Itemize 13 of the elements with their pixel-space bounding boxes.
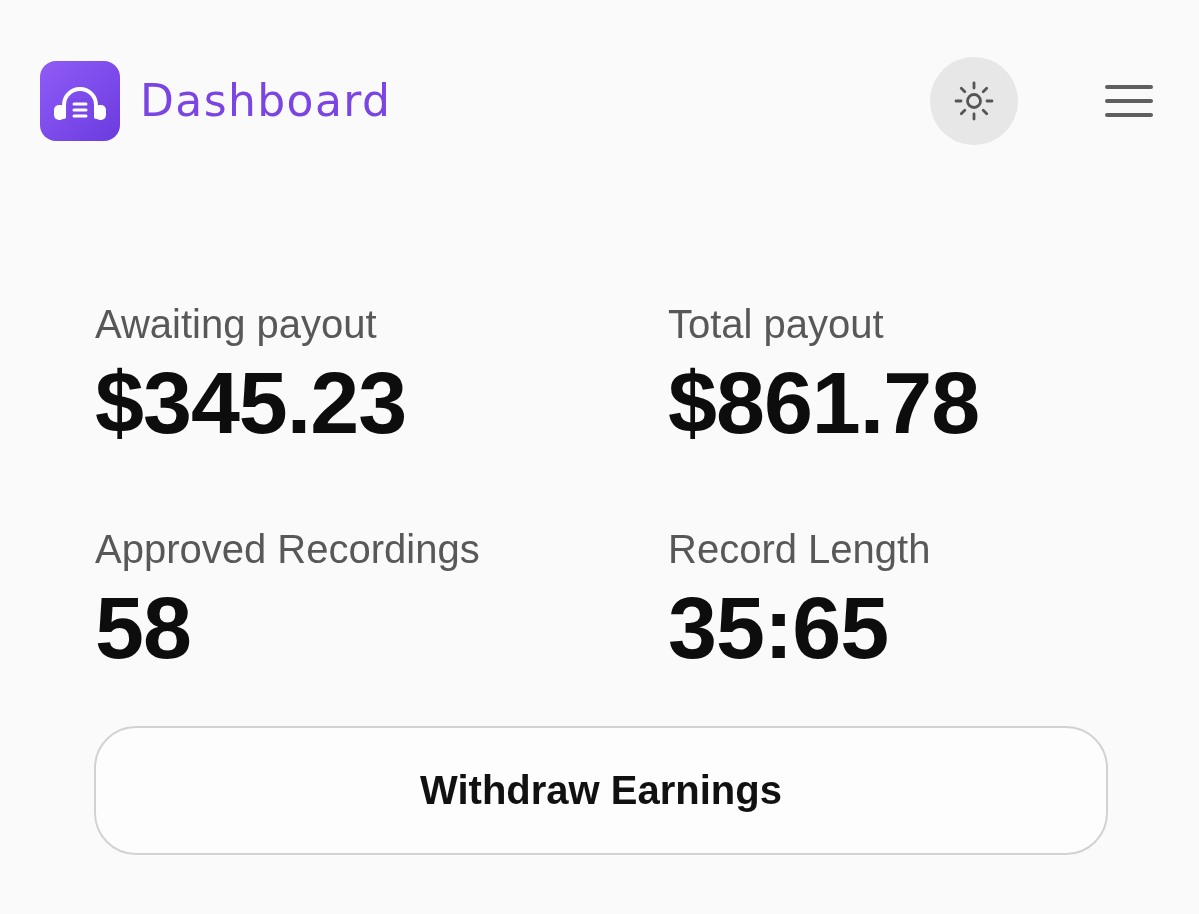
stat-label: Record Length — [668, 526, 931, 573]
stat-value: 58 — [95, 579, 191, 676]
stat-value: $861.78 — [668, 354, 980, 451]
withdraw-earnings-button[interactable]: Withdraw Earnings — [94, 726, 1108, 855]
stat-label: Approved Recordings — [95, 526, 480, 573]
stat-label: Awaiting payout — [95, 301, 377, 348]
dashboard-title: Dashboard — [140, 76, 392, 126]
stat-label: Total payout — [668, 301, 884, 348]
stat-value: 35:65 — [668, 579, 889, 676]
headphones-logo-icon — [40, 61, 120, 141]
stat-value: $345.23 — [95, 354, 407, 451]
menu-icon[interactable] — [1105, 83, 1153, 119]
sun-icon — [952, 79, 996, 123]
